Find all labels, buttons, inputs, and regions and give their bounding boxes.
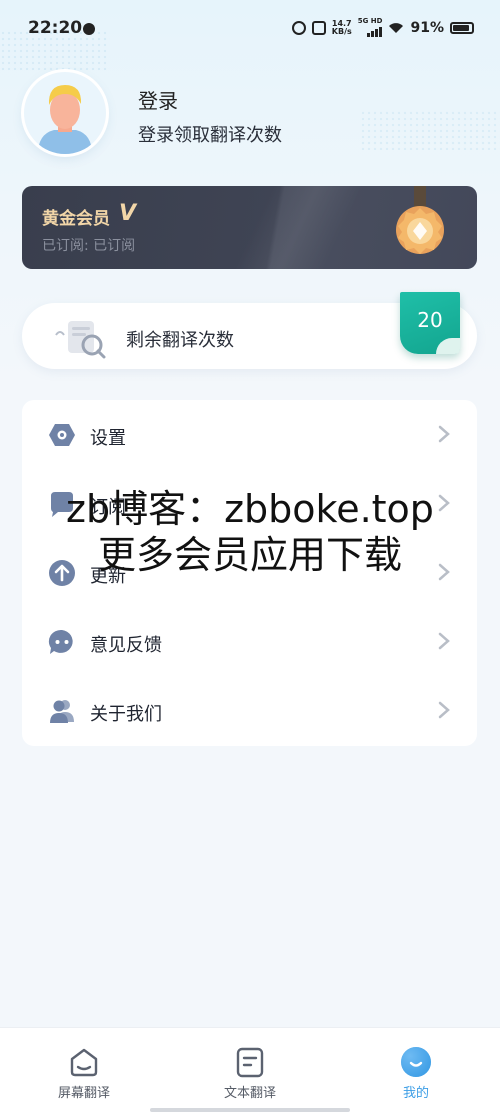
profile-icon: [401, 1047, 431, 1077]
remaining-count-card[interactable]: 剩余翻译次数 20: [22, 292, 477, 369]
menu-label-feedback: 意见反馈: [90, 635, 162, 656]
mute-icon: [311, 20, 326, 35]
watermark-line-1: zb博客：zbboke.top: [66, 487, 434, 531]
network-type: 5G HD: [357, 17, 383, 25]
about-icon: [50, 700, 74, 723]
status-icons: 14.7 KB/s 5G HD 91%: [291, 18, 474, 37]
chevron-right-icon: [438, 632, 450, 650]
login-subtitle[interactable]: 登录领取翻译次数: [138, 121, 282, 147]
net-speed: 14.7 KB/s: [331, 19, 352, 36]
signal-icon: [367, 25, 383, 37]
tab-label-screen-translate: 屏幕翻译: [57, 1086, 110, 1101]
settings-icon: [49, 424, 75, 446]
chevron-right-icon: [438, 425, 450, 443]
remaining-count-value: 20: [417, 308, 443, 332]
tab-text-translate[interactable]: 文本翻译: [190, 1028, 310, 1115]
vip-card[interactable]: 黄金会员 V 已订阅: 已订阅: [22, 186, 477, 269]
home-indicator: [150, 1108, 350, 1112]
tab-label-text-translate: 文本翻译: [223, 1086, 276, 1101]
tab-profile[interactable]: 我的: [356, 1028, 476, 1115]
alarm-icon: [291, 20, 306, 35]
medal-icon: [396, 186, 444, 254]
tab-screen-translate[interactable]: 屏幕翻译: [24, 1028, 144, 1115]
translate-doc-icon: [55, 321, 106, 359]
screen-translate-icon: [70, 1048, 98, 1077]
net-speed-unit: KB/s: [331, 26, 352, 36]
vip-status: 已订阅: 已订阅: [42, 238, 136, 254]
watermark: zb博客：zbboke.top 更多会员应用下载: [0, 486, 500, 578]
status-time: 22:20: [28, 18, 83, 38]
bottom-nav: 屏幕翻译 文本翻译 我的: [0, 1027, 500, 1115]
watermark-line-2: 更多会员应用下载: [97, 533, 402, 577]
status-bar: 22:20 14.7 KB/s 5G HD 91%: [0, 0, 500, 60]
login-title[interactable]: 登录: [138, 85, 178, 114]
menu-item-about[interactable]: 关于我们: [22, 676, 477, 745]
menu-label-about: 关于我们: [90, 704, 162, 725]
vip-badge: V: [119, 201, 137, 226]
cellular-group: 5G HD: [358, 18, 383, 37]
tab-label-profile: 我的: [402, 1086, 429, 1101]
menu-item-feedback[interactable]: 意见反馈: [22, 607, 477, 676]
remaining-count-flag: 20: [400, 292, 460, 354]
battery-icon: [450, 21, 474, 34]
menu-item-settings[interactable]: 设置: [22, 400, 477, 469]
battery-percent: 91%: [410, 19, 444, 36]
chevron-right-icon: [438, 701, 450, 719]
timer-icon: [83, 23, 95, 35]
text-translate-icon: [236, 1047, 264, 1078]
vip-title: 黄金会员: [42, 209, 110, 229]
avatar[interactable]: [24, 72, 106, 154]
feedback-icon: [48, 629, 73, 654]
menu-label-settings: 设置: [90, 428, 126, 449]
avatar-icon: [24, 72, 106, 154]
remaining-count-label: 剩余翻译次数: [126, 330, 234, 351]
wifi-icon: [389, 22, 404, 33]
